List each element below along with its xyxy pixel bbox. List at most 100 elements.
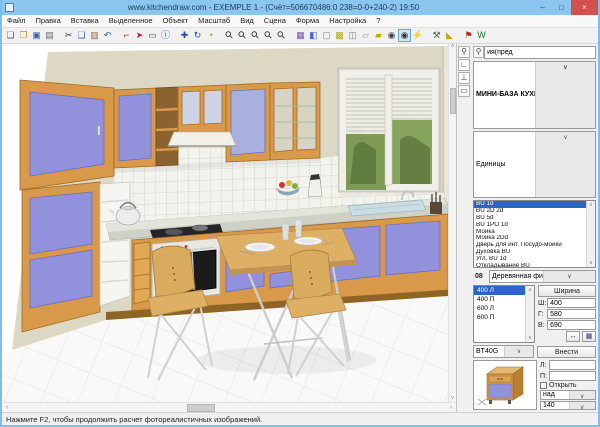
info-icon[interactable]: ⓘ — [159, 29, 172, 42]
zoom-window-icon[interactable]: ⚲ — [223, 29, 236, 42]
catalog-list-item[interactable]: Духовка BU — [474, 249, 586, 256]
catalog-list-item[interactable]: BU 2D 2d — [474, 208, 586, 215]
tools-icon[interactable]: ⚒ — [430, 29, 443, 42]
catalog-list-item[interactable]: Мойка — [474, 229, 586, 236]
render-view-icon[interactable]: ◉ — [398, 29, 411, 42]
catalog-list-item[interactable]: BU 1d — [474, 201, 586, 208]
menu-item[interactable]: Форма — [291, 15, 324, 27]
measure-icon[interactable]: ◣ — [443, 29, 456, 42]
wireframe-view-icon[interactable]: ▢ — [320, 29, 333, 42]
minimize-button[interactable]: – — [533, 0, 552, 15]
menu-item[interactable]: Сцена — [259, 15, 291, 27]
scroll-up-icon[interactable]: ∧ — [587, 201, 595, 209]
height-field[interactable] — [547, 320, 596, 330]
scroll-right-icon[interactable]: › — [446, 404, 456, 411]
perspective-view-icon[interactable]: ◫ — [346, 29, 359, 42]
section-select[interactable]: Единицы ∨ — [473, 131, 596, 199]
scroll-down-icon[interactable]: ∨ — [526, 334, 534, 342]
corner-tee-icon[interactable]: ⊥ — [458, 72, 470, 84]
scroll-up-icon[interactable]: ∧ — [526, 286, 534, 294]
vscroll-thumb[interactable] — [450, 88, 456, 114]
position-select[interactable]: над ∨ — [540, 390, 596, 400]
open-checkbox[interactable] — [540, 382, 547, 389]
catalog-list-item[interactable]: Откладывание BU — [474, 263, 586, 268]
app-icon[interactable] — [5, 3, 14, 12]
flag-icon[interactable]: ⚑ — [462, 29, 475, 42]
wall-tool-icon[interactable]: ⌐ — [120, 29, 133, 42]
scroll-up-icon[interactable]: ˄ — [451, 44, 455, 50]
depth-field[interactable] — [547, 309, 596, 319]
rotate-icon[interactable]: ↻ — [191, 29, 204, 42]
hscroll-thumb[interactable] — [187, 404, 215, 412]
fit-button[interactable]: ↔ — [566, 331, 580, 342]
save-icon[interactable]: ▣ — [30, 29, 43, 42]
menu-item[interactable]: Масштаб — [193, 15, 235, 27]
list-scrollbar[interactable]: ∧ ∨ — [586, 201, 595, 267]
left-field[interactable] — [549, 360, 596, 370]
style-select[interactable]: Деревянная филенка ∨ — [489, 270, 596, 283]
kitchen-render-3d[interactable] — [2, 44, 448, 402]
catalog-list-item[interactable]: BU 1PO 1d — [474, 222, 586, 229]
menu-item[interactable]: Выделенное — [104, 15, 158, 27]
print-icon[interactable]: ▤ — [43, 29, 56, 42]
light-icon[interactable]: ⚡ — [411, 29, 424, 42]
width-button[interactable]: Ширина — [538, 285, 596, 297]
filter-icon[interactable]: ⚲ — [473, 46, 484, 58]
menu-item[interactable]: Вставка — [66, 15, 104, 27]
selection-rect-icon[interactable]: ▭ — [146, 29, 159, 42]
zoom-out-icon[interactable]: ⚲ — [249, 29, 262, 42]
open-icon[interactable]: ❐ — [17, 29, 30, 42]
height-select[interactable]: 140 ∨ — [540, 401, 596, 411]
search-input[interactable] — [484, 46, 596, 59]
window-title: www.kitchendraw.com - EXEMPLE 1 - (Счёт=… — [14, 3, 533, 12]
menu-item[interactable]: Правка — [30, 15, 65, 27]
window-exterior[interactable] — [332, 68, 444, 198]
catalog-list-item[interactable]: Мойка 2Dd — [474, 235, 586, 242]
pointer-icon[interactable]: ➤ — [133, 29, 146, 42]
box-view-icon[interactable]: ▱ — [359, 29, 372, 42]
page-icon[interactable]: ▭ — [458, 85, 470, 97]
pin-icon[interactable]: ⚲ — [458, 46, 470, 58]
corner-left-icon[interactable]: ∟ — [458, 59, 470, 71]
solid-view-icon[interactable]: ▰ — [372, 29, 385, 42]
cut-icon[interactable]: ✂ — [62, 29, 75, 42]
scroll-down-icon[interactable]: ∨ — [587, 259, 595, 267]
menu-item[interactable]: ? — [371, 15, 385, 27]
angle-icon[interactable]: ◔ — [204, 29, 217, 42]
tall-cabinet[interactable] — [22, 182, 100, 332]
scroll-left-icon[interactable]: ‹ — [2, 404, 12, 411]
plan-view-icon[interactable]: ▦ — [294, 29, 307, 42]
menu-item[interactable]: Объект — [158, 15, 194, 27]
catalog-list-item[interactable]: Дверь для инт. Посудо-мойки — [474, 242, 586, 249]
options-button[interactable]: ▦ — [582, 331, 596, 342]
move-icon[interactable]: ✚ — [178, 29, 191, 42]
open-refrigerator[interactable] — [100, 182, 130, 306]
right-field[interactable] — [549, 371, 596, 381]
insert-button[interactable]: Внести — [537, 346, 596, 358]
elevation-view-icon[interactable]: ◧ — [307, 29, 320, 42]
menu-item[interactable]: Файл — [2, 15, 30, 27]
filled-view-icon[interactable]: ▩ — [333, 29, 346, 42]
maximize-button[interactable]: □ — [552, 0, 571, 15]
range-hood[interactable] — [168, 132, 236, 146]
viewport-hscrollbar[interactable]: ‹ › — [2, 402, 456, 412]
catalog-list-item[interactable]: BU 5d — [474, 215, 586, 222]
width-field[interactable] — [547, 298, 596, 308]
variant-scrollbar[interactable]: ∧ ∨ — [525, 286, 534, 342]
zoom-in-icon[interactable]: ⚲ — [236, 29, 249, 42]
catalog-list-item[interactable]: Угл. BU 1d — [474, 256, 586, 263]
viewport-vscrollbar[interactable]: ˄ ˅ — [448, 44, 456, 402]
word-export-icon[interactable]: W — [475, 29, 488, 42]
paste-icon[interactable]: ▥ — [88, 29, 101, 42]
new-icon[interactable]: ❏ — [4, 29, 17, 42]
close-button[interactable]: × — [571, 0, 598, 15]
model-select[interactable]: BT40G ∨ — [473, 345, 534, 358]
catalog-select[interactable]: МИНИ-БАЗА КУХНИ ∨ — [473, 61, 596, 129]
copy-icon[interactable]: ❑ — [75, 29, 88, 42]
zoom-all-icon[interactable]: ⚲ — [275, 29, 288, 42]
menu-item[interactable]: Вид — [235, 15, 259, 27]
undo-icon[interactable]: ↶ — [101, 29, 114, 42]
zoom-previous-icon[interactable]: ⚲ — [262, 29, 275, 42]
menu-item[interactable]: Настройка — [324, 15, 371, 27]
photo-view-icon[interactable]: ◉ — [385, 29, 398, 42]
